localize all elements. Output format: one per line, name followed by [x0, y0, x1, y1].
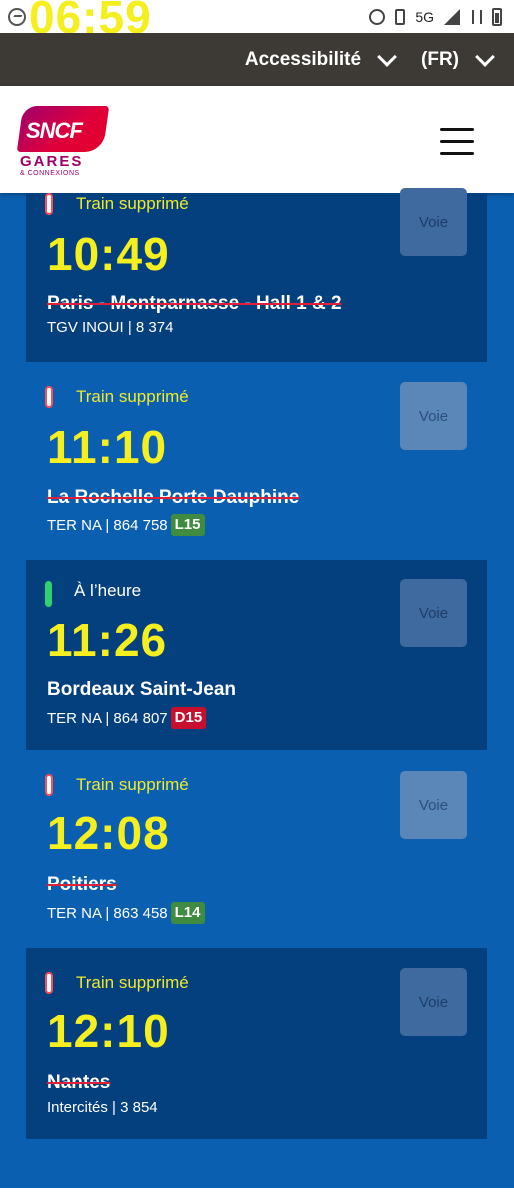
departure-board: Train supprimé 10:49 Paris - Montparnass…	[26, 188, 487, 1139]
departure-time: 11:10	[47, 421, 168, 473]
train-card[interactable]: Train supprimé 10:49 Paris - Montparnass…	[26, 188, 487, 362]
departure-time: 11:26	[47, 614, 168, 666]
train-card[interactable]: Train supprimé 12:08 Poitiers TER NA | 8…	[26, 750, 487, 948]
train-status: Train supprimé	[76, 194, 189, 213]
train-status: À l’heure	[74, 581, 142, 600]
line-badge: L14	[170, 902, 205, 924]
data-icon	[470, 9, 482, 24]
cancelled-indicator	[45, 193, 53, 215]
network-type: 5G	[415, 8, 434, 25]
voie-button[interactable]: Voie	[400, 771, 467, 839]
train-card[interactable]: À l’heure 11:26 Bordeaux Saint-Jean TER …	[26, 560, 487, 750]
train-status: Train supprimé	[76, 387, 189, 406]
accessibility-dropdown[interactable]: Accessibilité	[244, 46, 421, 71]
train-info: TER NA | 864 807 D15	[47, 707, 207, 729]
cancelled-indicator	[45, 774, 53, 796]
voie-button[interactable]: Voie	[400, 188, 467, 256]
android-status-bar: 06:59 5G	[0, 0, 514, 43]
train-destination: Poitiers	[47, 874, 117, 895]
language-dropdown[interactable]: (FR)	[421, 46, 514, 71]
train-status: Train supprimé	[76, 973, 189, 992]
voie-label: Voie	[418, 796, 449, 814]
train-number: TER NA | 863 458	[47, 904, 168, 922]
departure-time: 12:10	[47, 1005, 170, 1057]
train-destination: Paris - Montparnasse - Hall 1 & 2	[47, 293, 342, 314]
train-info: Intercités | 3 854	[47, 1099, 158, 1116]
train-number: TGV INOUI | 8 374	[47, 319, 174, 336]
logo-subtitle: GARES	[20, 153, 84, 170]
messenger-icon	[8, 7, 26, 26]
train-info: TER NA | 863 458 L14	[47, 902, 205, 924]
line-badge: D15	[170, 707, 207, 729]
battery-icon	[492, 7, 502, 26]
on-time-indicator	[45, 581, 52, 607]
train-card[interactable]: Train supprimé 12:10 Nantes Intercités |…	[26, 948, 487, 1139]
hamburger-menu-icon[interactable]	[440, 128, 474, 156]
train-number: TER NA | 864 807	[47, 709, 168, 727]
train-status: Train supprimé	[76, 775, 189, 794]
chevron-down-icon	[475, 46, 495, 67]
train-number: TER NA | 864 758	[47, 516, 168, 534]
voie-label: Voie	[418, 604, 449, 622]
chevron-down-icon	[377, 46, 397, 67]
alarm-icon	[369, 8, 386, 25]
voie-button[interactable]: Voie	[400, 382, 467, 450]
train-info: TER NA | 864 758 L15	[47, 514, 205, 536]
logo-subtitle-small: & CONNEXIONS	[20, 170, 80, 177]
train-info: TGV INOUI | 8 374	[47, 319, 173, 336]
cancelled-indicator	[45, 972, 53, 994]
voie-button[interactable]: Voie	[400, 579, 467, 647]
language-label: (FR)	[421, 48, 459, 70]
accessibility-label: Accessibilité	[244, 48, 362, 70]
voie-label: Voie	[418, 407, 449, 425]
train-card[interactable]: Train supprimé 11:10 La Rochelle Porte D…	[26, 371, 487, 556]
vibrate-icon	[395, 8, 406, 25]
logo-text: SNCF	[26, 118, 83, 143]
sncf-gares-connexions-logo[interactable]: SNCF GARES & CONNEXIONS	[16, 106, 112, 177]
voie-button[interactable]: Voie	[400, 968, 467, 1036]
status-icons: 5G	[369, 7, 502, 26]
train-number: Intercités | 3 854	[47, 1099, 158, 1116]
cancelled-indicator	[45, 386, 53, 408]
top-utility-bar: Accessibilité (FR)	[0, 33, 514, 86]
voie-label: Voie	[418, 213, 449, 231]
train-destination: Nantes	[47, 1072, 111, 1093]
bottom-edge	[0, 1188, 514, 1200]
signal-icon	[444, 8, 460, 25]
site-header: SNCF GARES & CONNEXIONS	[0, 86, 514, 193]
voie-label: Voie	[418, 993, 449, 1011]
departure-time: 12:08	[47, 807, 170, 859]
line-badge: L15	[170, 514, 205, 536]
train-destination: Bordeaux Saint-Jean	[47, 679, 236, 700]
train-destination: La Rochelle Porte Dauphine	[47, 487, 300, 508]
departure-time: 10:49	[47, 228, 170, 280]
